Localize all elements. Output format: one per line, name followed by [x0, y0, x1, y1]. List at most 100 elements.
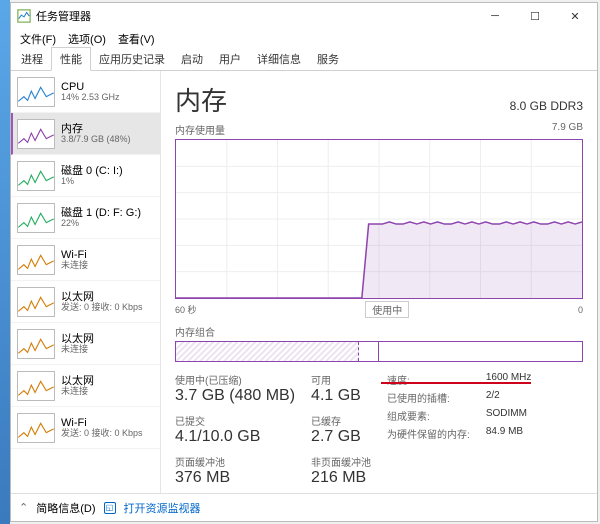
stat-label: 可用: [311, 372, 371, 387]
stat-value: 4.1/10.0 GB: [175, 428, 295, 446]
stat-left-1: 已提交4.1/10.0 GB: [175, 413, 295, 446]
sidebar-item-label: 以太网: [61, 375, 94, 387]
sidebar-item-sub: 发送: 0 接收: 0 Kbps: [61, 303, 143, 313]
sidebar-item-label: 磁盘 0 (C: I:): [61, 165, 123, 177]
task-manager-window: 任务管理器 ─ ☐ ✕ 文件(F) 选项(O) 查看(V) 进程 性能 应用历史…: [10, 2, 598, 522]
stat-label: 页面缓冲池: [175, 454, 295, 469]
tab-details[interactable]: 详细信息: [249, 48, 309, 70]
open-resource-monitor-link[interactable]: 打开资源监视器: [124, 500, 201, 516]
tab-services[interactable]: 服务: [309, 48, 347, 70]
sidebar-item-label: CPU: [61, 81, 120, 93]
tab-processes[interactable]: 进程: [13, 48, 51, 70]
composition-bar[interactable]: [175, 341, 583, 362]
stats: 使用中(已压缩)3.7 GB (480 MB) 已提交4.1/10.0 GB 页面缓…: [175, 372, 583, 487]
sidebar-thumb-icon: [17, 119, 55, 149]
sidebar-item-5[interactable]: 以太网发送: 0 接收: 0 Kbps: [11, 281, 160, 323]
main-panel: 内存 8.0 GB DDR3 内存使用量 7.9 GB 60 秒 使用中 0 内…: [161, 71, 597, 493]
footer: ⌃ 简略信息(D) ◱ 打开资源监视器: [11, 493, 597, 521]
sidebar-item-3[interactable]: 磁盘 1 (D: F: G:)22%: [11, 197, 160, 239]
chart-top-right: 7.9 GB: [552, 122, 583, 137]
chart-x-left: 60 秒: [175, 303, 197, 316]
composition-label: 内存组合: [175, 324, 583, 339]
sidebar-item-sub: 14% 2.53 GHz: [61, 93, 120, 103]
stat-right-key-1: 已使用的插槽:: [387, 390, 470, 405]
window-title: 任务管理器: [36, 8, 475, 24]
minimize-button[interactable]: ─: [475, 3, 515, 29]
sidebar-thumb-icon: [17, 245, 55, 275]
resource-monitor-icon: ◱: [104, 502, 116, 514]
stat-label: 已缓存: [311, 413, 371, 428]
sidebar-item-sub: 22%: [61, 219, 141, 229]
stat-right-key-2: 组成要素:: [387, 408, 470, 423]
sidebar-item-label: 以太网: [61, 291, 143, 303]
stat-value: 3.7 GB (480 MB): [175, 387, 295, 405]
chart-top-label: 内存使用量: [175, 122, 225, 137]
stat-left-2: 页面缓冲池376 MB: [175, 454, 295, 487]
menu-options[interactable]: 选项(O): [63, 29, 111, 49]
sidebar-item-2[interactable]: 磁盘 0 (C: I:)1%: [11, 155, 160, 197]
annotation-underline: [381, 382, 531, 384]
stat-right-key-3: 为硬件保留的内存:: [387, 426, 470, 441]
stat-value: 376 MB: [175, 469, 295, 487]
stat-value: 4.1 GB: [311, 387, 371, 405]
stat-label: 已提交: [175, 413, 295, 428]
sidebar-item-6[interactable]: 以太网未连接: [11, 323, 160, 365]
sidebar-thumb-icon: [17, 77, 55, 107]
sidebar-item-sub: 3.8/7.9 GB (48%): [61, 135, 131, 145]
stat-right-val-0: 1600 MHz: [486, 372, 532, 387]
sidebar-item-sub: 未连接: [61, 261, 88, 271]
close-button[interactable]: ✕: [555, 3, 595, 29]
sidebar-thumb-icon: [17, 413, 55, 443]
less-details-button[interactable]: 简略信息(D): [36, 500, 95, 516]
app-icon: [17, 9, 31, 23]
stat-right-key-0: 速度:: [387, 372, 470, 387]
sidebar-item-label: Wi-Fi: [61, 417, 143, 429]
chevron-up-icon[interactable]: ⌃: [19, 501, 28, 514]
sidebar-thumb-icon: [17, 203, 55, 233]
sidebar-item-sub: 未连接: [61, 387, 94, 397]
sidebar-item-label: 磁盘 1 (D: F: G:): [61, 207, 141, 219]
sidebar-thumb-icon: [17, 161, 55, 191]
stat-mid-2: 非页面缓冲池216 MB: [311, 454, 371, 487]
sidebar-item-4[interactable]: Wi-Fi未连接: [11, 239, 160, 281]
sidebar-item-1[interactable]: 内存3.8/7.9 GB (48%): [11, 113, 160, 155]
sidebar-item-label: Wi-Fi: [61, 249, 88, 261]
maximize-button[interactable]: ☐: [515, 3, 555, 29]
tabs: 进程 性能 应用历史记录 启动 用户 详细信息 服务: [11, 49, 597, 71]
sidebar-item-sub: 未连接: [61, 345, 94, 355]
sidebar-item-sub: 1%: [61, 177, 123, 187]
sidebar-item-label: 以太网: [61, 333, 94, 345]
sidebar-item-7[interactable]: 以太网未连接: [11, 365, 160, 407]
stat-right-val-3: 84.9 MB: [486, 426, 532, 441]
sidebar-thumb-icon: [17, 371, 55, 401]
stat-mid-1: 已缓存2.7 GB: [311, 413, 371, 446]
stat-label: 使用中(已压缩): [175, 372, 295, 387]
titlebar[interactable]: 任务管理器 ─ ☐ ✕: [11, 3, 597, 29]
stat-mid-0: 可用4.1 GB: [311, 372, 371, 405]
chart-x-right: 0: [578, 305, 583, 315]
stat-label: 非页面缓冲池: [311, 454, 371, 469]
usage-marker: 使用中: [365, 301, 409, 318]
desktop-left-strip: [0, 0, 10, 524]
menubar: 文件(F) 选项(O) 查看(V): [11, 29, 597, 49]
tab-startup[interactable]: 启动: [173, 48, 211, 70]
sidebar-thumb-icon: [17, 329, 55, 359]
stat-value: 2.7 GB: [311, 428, 371, 446]
composition-modified: [359, 342, 379, 361]
memory-spec: 8.0 GB DDR3: [510, 99, 583, 113]
menu-view[interactable]: 查看(V): [113, 29, 160, 49]
tab-performance[interactable]: 性能: [51, 47, 91, 71]
sidebar[interactable]: CPU14% 2.53 GHz内存3.8/7.9 GB (48%)磁盘 0 (C…: [11, 71, 161, 493]
stat-value: 216 MB: [311, 469, 371, 487]
menu-file[interactable]: 文件(F): [15, 29, 61, 49]
sidebar-item-0[interactable]: CPU14% 2.53 GHz: [11, 71, 160, 113]
memory-usage-chart[interactable]: [175, 139, 583, 299]
sidebar-thumb-icon: [17, 287, 55, 317]
stat-left-0: 使用中(已压缩)3.7 GB (480 MB): [175, 372, 295, 405]
page-title: 内存: [175, 81, 227, 118]
tab-app-history[interactable]: 应用历史记录: [91, 48, 173, 70]
sidebar-item-8[interactable]: Wi-Fi发送: 0 接收: 0 Kbps: [11, 407, 160, 449]
sidebar-item-sub: 发送: 0 接收: 0 Kbps: [61, 429, 143, 439]
tab-users[interactable]: 用户: [211, 48, 249, 70]
sidebar-item-label: 内存: [61, 123, 131, 135]
